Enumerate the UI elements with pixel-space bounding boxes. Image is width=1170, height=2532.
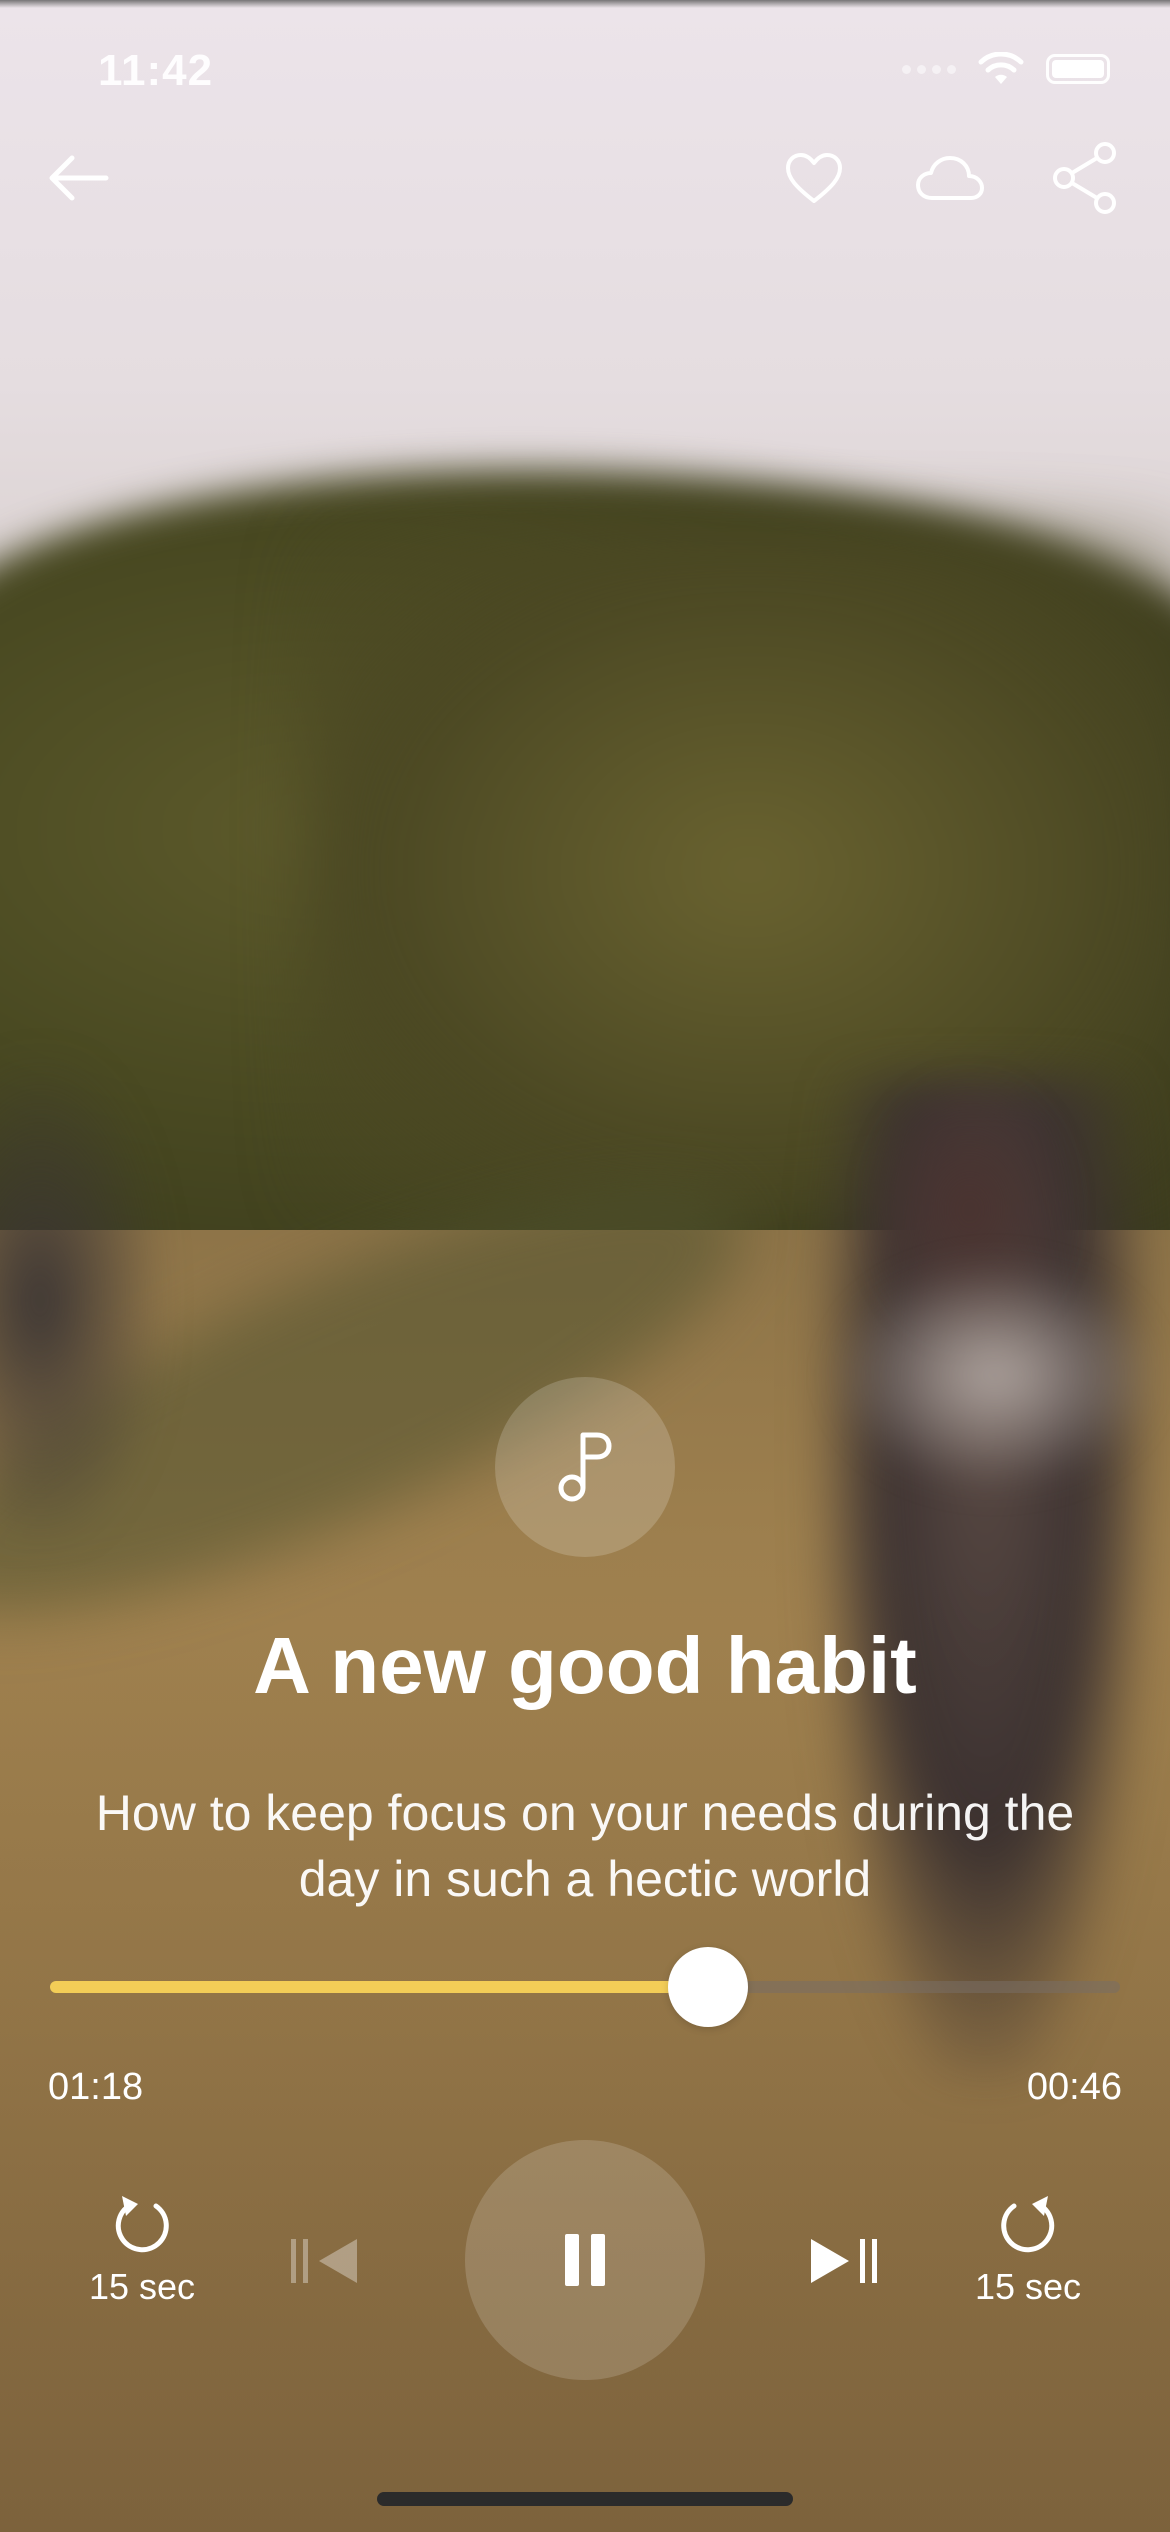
- track-description: How to keep focus on your needs during t…: [95, 1785, 1075, 1907]
- music-note-icon: [558, 1432, 612, 1502]
- heart-icon: [786, 153, 842, 203]
- forward-label: 15 sec: [974, 2266, 1082, 2307]
- forward-icon: [1001, 2196, 1055, 2253]
- forward-15-button[interactable]: 15 sec: [968, 2192, 1088, 2308]
- progress-bar[interactable]: [50, 1947, 1120, 2027]
- rewind-15-button[interactable]: 15 sec: [82, 2192, 202, 2308]
- download-button[interactable]: [905, 142, 995, 214]
- cloud-icon: [916, 156, 984, 200]
- progress-thumb[interactable]: [668, 1947, 749, 2027]
- next-button[interactable]: [800, 2226, 890, 2296]
- status-time: 11:42: [98, 46, 214, 95]
- battery-icon: [1046, 54, 1110, 84]
- track-artwork-badge: [495, 1377, 675, 1557]
- skip-previous-icon: [291, 2239, 357, 2283]
- arrow-left-icon: [49, 155, 109, 201]
- wifi-icon: [978, 52, 1024, 84]
- pause-icon: [565, 2234, 605, 2286]
- pause-button[interactable]: [465, 2140, 705, 2380]
- share-button[interactable]: [1040, 136, 1130, 220]
- rewind-label: 15 sec: [88, 2266, 196, 2307]
- skip-next-icon: [811, 2239, 877, 2283]
- signal-icon: [902, 64, 956, 74]
- back-button[interactable]: [38, 142, 118, 214]
- progress-fill: [50, 1981, 709, 1993]
- home-indicator[interactable]: [377, 2492, 793, 2506]
- previous-button[interactable]: [280, 2226, 370, 2296]
- remaining-time: 00:46: [1026, 2066, 1122, 2108]
- rewind-icon: [115, 2196, 169, 2253]
- share-icon: [1053, 142, 1116, 214]
- track-title: A new good habit: [253, 1621, 917, 1710]
- elapsed-time: 01:18: [48, 2066, 144, 2108]
- top-edge-shadow: [0, 0, 1170, 8]
- status-indicators: [902, 52, 1110, 86]
- favorite-button[interactable]: [774, 142, 854, 214]
